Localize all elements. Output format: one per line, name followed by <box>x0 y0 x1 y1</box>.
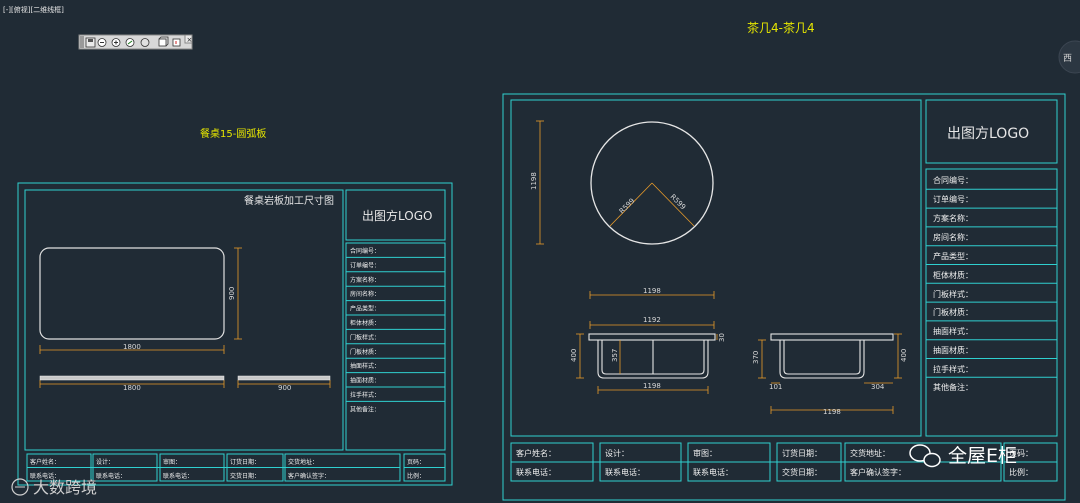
left-sheet-title: 餐桌15-圆弧板 <box>200 127 266 140</box>
watermark-left: 大数跨境 <box>33 478 97 497</box>
left-field: 抽面样式： <box>350 362 380 370</box>
top-width-dim: 1198 <box>643 287 661 295</box>
front-bottom-dim: 1198 <box>643 382 661 390</box>
radius-dim-b: R599 <box>669 193 688 212</box>
left-sheet-frame[interactable] <box>17 182 453 486</box>
left-field: 抽面材质： <box>350 377 380 385</box>
model-space-canvas[interactable]: [-][俯视][二维线框] × 西 餐桌15-圆弧板 餐桌岩板加工尺寸图 出图方… <box>0 0 1080 503</box>
radius-dim-a: R599 <box>618 197 637 216</box>
right-field: 其他备注： <box>933 382 973 392</box>
left-field: 订单编号： <box>350 261 380 269</box>
left-footer-cell: 联系电话： <box>163 472 193 480</box>
left-field: 其他备注： <box>350 405 380 413</box>
left-footer-cell: 设计： <box>96 458 114 466</box>
right-field: 门板材质： <box>933 307 973 317</box>
left-field: 合同编号： <box>350 247 380 255</box>
circle-dia-dim: 1198 <box>530 172 538 190</box>
side-right-off-dim: 304 <box>871 383 885 391</box>
viewport-label[interactable]: [-][俯视][二维线框] <box>3 5 64 14</box>
right-footer-cell: 交货日期： <box>782 467 822 477</box>
zoom-icon[interactable] <box>97 38 107 47</box>
right-logo-text: 出图方LOGO <box>947 126 1029 142</box>
right-footer-cell: 交货地址： <box>850 448 890 458</box>
front-sub-dim: 357 <box>611 349 619 362</box>
wechat-icon <box>909 444 941 468</box>
left-footer-cell: 审图： <box>163 458 181 466</box>
right-footer-cell: 客户姓名： <box>516 448 556 458</box>
side-left-off-dim: 101 <box>769 383 782 391</box>
left-field: 门板材质： <box>350 348 380 356</box>
left-footer-cell: 订货日期： <box>230 458 260 466</box>
right-sheet-frame[interactable] <box>502 93 1066 501</box>
left-footer-cell: 客户姓名： <box>30 458 60 466</box>
front-inner-dim: 1192 <box>643 316 661 324</box>
left-footer-cell: 比例： <box>407 472 425 480</box>
left-footer-cell: 联系电话： <box>96 472 126 480</box>
left-field: 柜体材质： <box>350 319 380 327</box>
watermark-logo-icon <box>11 478 29 496</box>
front-height-dim: 400 <box>570 349 578 362</box>
left-footer-cell: 交货日期： <box>230 472 260 480</box>
right-footer-cell: 审图： <box>693 448 717 458</box>
view-icon[interactable] <box>140 38 150 47</box>
compass-west-label: 西 <box>1063 53 1072 64</box>
side-height-dim: 370 <box>752 351 760 364</box>
side-elevation[interactable] <box>770 333 894 379</box>
left-logo-text: 出图方LOGO <box>362 208 432 223</box>
orbit-icon[interactable] <box>125 38 135 47</box>
viewcube-compass[interactable]: 西 <box>1058 40 1080 74</box>
right-field: 门板样式： <box>933 289 973 299</box>
side-bottom-dim: 1198 <box>823 408 841 416</box>
slab-width-dim: 1800 <box>123 343 141 351</box>
slab-outline[interactable] <box>39 247 225 340</box>
right-footer-cell: 订货日期： <box>782 448 822 458</box>
front-thk-dim: 30 <box>718 333 726 342</box>
left-footer-cell: 交货地址： <box>288 458 318 466</box>
right-field: 合同编号： <box>933 175 973 185</box>
right-field: 柜体材质： <box>933 270 973 280</box>
right-field: 方案名称： <box>933 213 973 223</box>
close-icon[interactable]: × <box>187 36 193 44</box>
strip-long-dim: 1800 <box>123 384 141 392</box>
right-footer-cell: 联系电话： <box>605 467 645 477</box>
left-drawing-title: 餐桌岩板加工尺寸图 <box>244 194 334 207</box>
left-footer-cell: 客户确认签字： <box>288 472 330 480</box>
left-field: 拉手样式： <box>350 391 380 399</box>
right-footer-cell: 比例： <box>1009 467 1033 477</box>
right-footer-cell: 联系电话： <box>516 467 556 477</box>
left-field: 方案名称： <box>350 276 380 284</box>
front-elevation[interactable] <box>588 333 716 379</box>
view-toolbar[interactable]: × <box>78 34 193 50</box>
slab-height-dim: 900 <box>228 287 236 300</box>
left-field: 门板样式： <box>350 333 380 341</box>
right-field: 抽面样式： <box>933 326 973 336</box>
slab-dimensions <box>39 247 331 388</box>
slab-edge-long[interactable] <box>39 375 225 381</box>
pan-icon[interactable] <box>111 38 121 47</box>
right-footer-cell: 客户确认签字： <box>850 467 906 477</box>
right-field: 拉手样式： <box>933 364 973 374</box>
side-right-dim: 400 <box>900 349 908 362</box>
cad-workspace: [-][俯视][二维线框] × 西 餐桌15-圆弧板 餐桌岩板加工尺寸图 出图方… <box>0 0 1080 503</box>
right-field: 订单编号： <box>933 194 973 204</box>
left-field: 产品类型： <box>350 305 380 313</box>
right-footer-cell: 设计： <box>605 448 629 458</box>
watermark-right: 全屋E柜 <box>948 445 1017 467</box>
box-icon[interactable] <box>172 38 181 47</box>
strip-short-dim: 900 <box>278 384 291 392</box>
right-field: 抽面材质： <box>933 345 973 355</box>
right-field: 产品类型： <box>933 251 973 261</box>
save-icon[interactable] <box>85 37 96 48</box>
right-footer-cell: 联系电话： <box>693 467 733 477</box>
left-footer: 客户姓名： 设计： 审图： 订货日期： 交货地址： 页码： 联系电话： 联系电话… <box>30 458 425 480</box>
right-field: 房间名称： <box>933 232 973 242</box>
left-footer-cell: 页码： <box>407 458 425 466</box>
left-field: 房间名称： <box>350 290 380 298</box>
right-sheet-title: 茶几4-茶几4 <box>747 20 815 35</box>
slab-edge-short[interactable] <box>237 375 331 381</box>
